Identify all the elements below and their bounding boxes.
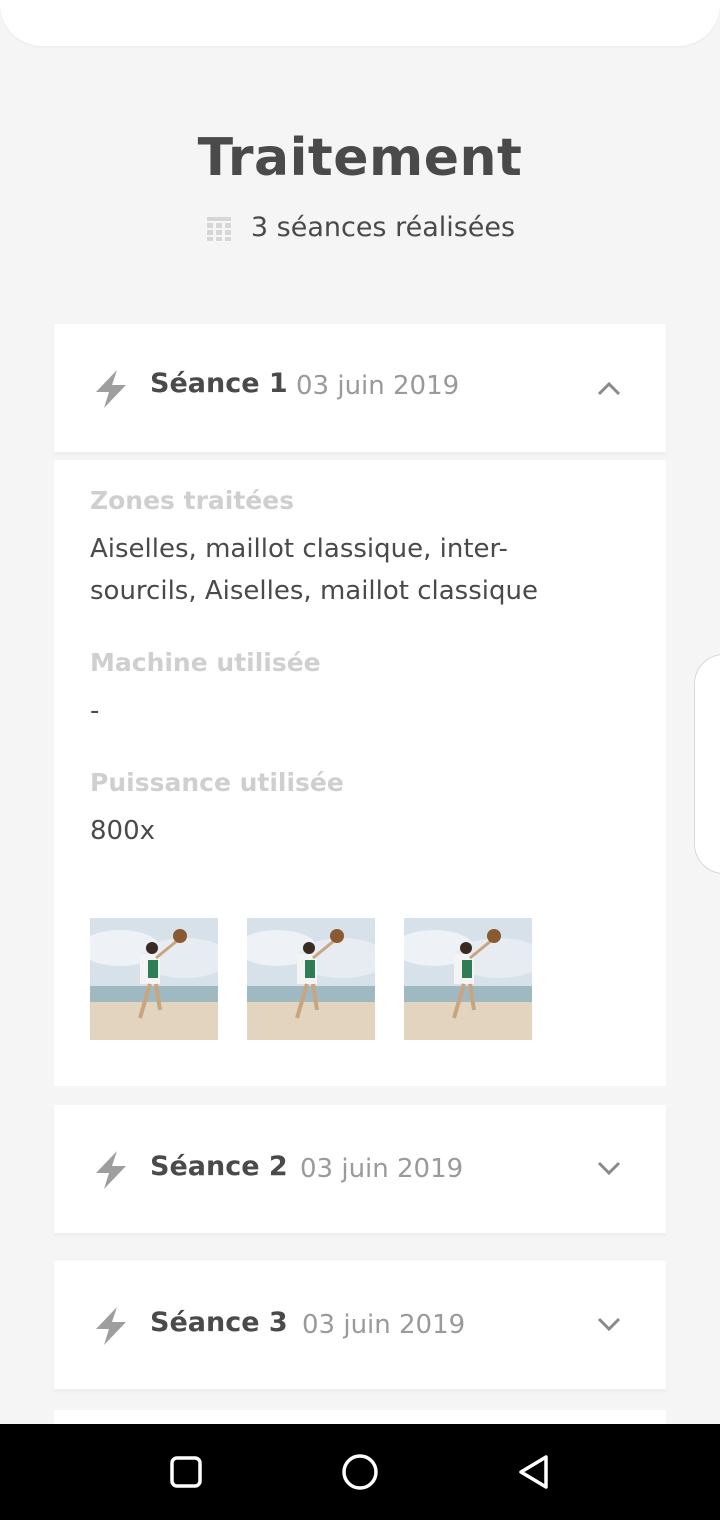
beach-photo-image bbox=[404, 918, 532, 1040]
triangle-back-icon[interactable] bbox=[514, 1452, 554, 1492]
chevron-down-icon[interactable] bbox=[596, 1155, 622, 1181]
photo-thumbnail[interactable] bbox=[247, 918, 375, 1040]
session-3-label: Séance 3 bbox=[150, 1307, 288, 1338]
beach-photo-image bbox=[90, 918, 218, 1040]
square-icon[interactable] bbox=[166, 1452, 206, 1492]
system-navigation-bar bbox=[0, 1424, 720, 1520]
top-card bbox=[0, 0, 720, 46]
machine-label: Machine utilisée bbox=[90, 648, 321, 677]
photo-thumbnail[interactable] bbox=[404, 918, 532, 1040]
sessions-summary: 3 séances réalisées bbox=[0, 212, 720, 243]
bolt-icon bbox=[96, 1151, 126, 1189]
session-1-details: Zones traitées Aiselles, maillot classiq… bbox=[54, 460, 666, 1086]
bolt-icon bbox=[96, 370, 126, 408]
machine-value: - bbox=[90, 696, 100, 726]
calendar-icon bbox=[206, 216, 231, 241]
photo-thumbnail[interactable] bbox=[90, 918, 218, 1040]
session-2-header[interactable]: Séance 2 03 juin 2019 bbox=[54, 1105, 666, 1233]
session-1-header[interactable]: Séance 1 03 juin 2019 bbox=[54, 324, 666, 452]
zones-label: Zones traitées bbox=[90, 486, 295, 515]
side-drawer-handle[interactable] bbox=[694, 654, 720, 874]
session-3-header[interactable]: Séance 3 03 juin 2019 bbox=[54, 1261, 666, 1389]
zones-value-line1: Aiselles, maillot classique, inter- bbox=[90, 534, 508, 564]
chevron-down-icon[interactable] bbox=[596, 1311, 622, 1337]
circle-icon[interactable] bbox=[340, 1452, 380, 1492]
power-value: 800x bbox=[90, 816, 156, 846]
sessions-count-text: 3 séances réalisées bbox=[250, 212, 516, 243]
session-2-date: 03 juin 2019 bbox=[300, 1154, 464, 1184]
power-label: Puissance utilisée bbox=[90, 768, 344, 797]
session-1-date: 03 juin 2019 bbox=[296, 371, 460, 401]
page-title: Traitement bbox=[197, 128, 523, 188]
session-2-label: Séance 2 bbox=[150, 1151, 288, 1182]
session-3-date: 03 juin 2019 bbox=[302, 1310, 466, 1340]
zones-value-line2: sourcils, Aiselles, maillot classique bbox=[90, 576, 538, 606]
chevron-up-icon[interactable] bbox=[596, 376, 622, 402]
beach-photo-image bbox=[247, 918, 375, 1040]
bolt-icon bbox=[96, 1307, 126, 1345]
session-1-label: Séance 1 bbox=[150, 368, 288, 399]
